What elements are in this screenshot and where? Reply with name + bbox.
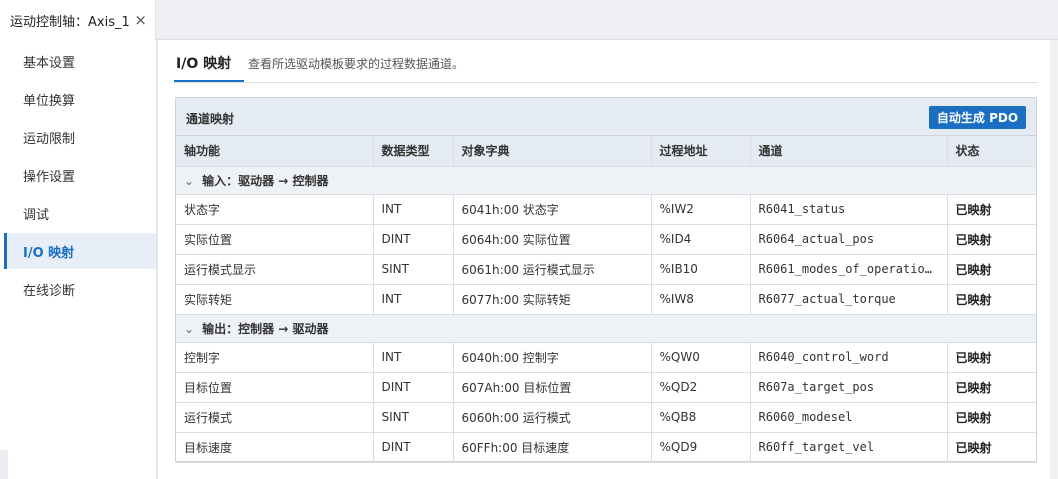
- sidebar-item-debug[interactable]: 调试: [4, 195, 156, 231]
- cell-status: 已映射: [947, 284, 1036, 315]
- sidebar-item-motion-limits[interactable]: 运动限制: [4, 119, 156, 155]
- table-header-row: 轴功能 数据类型 对象字典 过程地址 通道 状态: [176, 136, 1036, 167]
- cell-channel: R6040_control_word: [750, 342, 948, 373]
- chevron-down-icon[interactable]: ⌄: [184, 174, 194, 188]
- cell-data-type: SINT: [373, 254, 454, 285]
- cell-axis-function: 实际转矩: [176, 284, 374, 315]
- cell-object-dictionary: 6040h:00 控制字: [453, 342, 652, 373]
- sidebar-item-operation-settings[interactable]: 操作设置: [4, 157, 156, 193]
- cell-channel: R6061_modes_of_operation…: [750, 254, 948, 285]
- mapping-table: 轴功能 数据类型 对象字典 过程地址 通道 状态 ⌄ 输入：驱动器 → 控制器 状…: [176, 136, 1036, 463]
- cell-channel: R6077_actual_torque: [750, 284, 948, 315]
- cell-channel: R6041_status: [750, 194, 948, 225]
- sidebar-bottom-gap: [0, 450, 8, 479]
- cell-object-dictionary: 60FFh:00 目标速度: [453, 432, 652, 463]
- table-row[interactable]: 运行模式显示 SINT 6061h:00 运行模式显示 %IB10 R6061_…: [176, 254, 1036, 285]
- header-divider: [174, 82, 1038, 83]
- sidebar-item-basic-settings[interactable]: 基本设置: [4, 43, 156, 79]
- group-label: 输入：驱动器 → 控制器: [202, 173, 329, 188]
- cell-process-address: %QW0: [651, 342, 751, 373]
- cell-channel: R607a_target_pos: [750, 372, 948, 403]
- group-row-inputs[interactable]: ⌄ 输入：驱动器 → 控制器: [176, 166, 1036, 195]
- cell-status: 已映射: [947, 254, 1036, 285]
- column-header-status[interactable]: 状态: [947, 136, 1036, 167]
- page-description: 查看所选驱动模板要求的过程数据通道。: [248, 57, 465, 71]
- table-row[interactable]: 状态字 INT 6041h:00 状态字 %IW2 R6041_status 已…: [176, 194, 1036, 225]
- table-row[interactable]: 目标位置 DINT 607Ah:00 目标位置 %QD2 R607a_targe…: [176, 372, 1036, 403]
- cell-data-type: SINT: [373, 402, 454, 433]
- column-header-axis-function[interactable]: 轴功能: [176, 136, 374, 167]
- cell-object-dictionary: 6077h:00 实际转矩: [453, 284, 652, 315]
- cell-object-dictionary: 6041h:00 状态字: [453, 194, 652, 225]
- cell-data-type: INT: [373, 342, 454, 373]
- cell-process-address: %QB8: [651, 402, 751, 433]
- cell-status: 已映射: [947, 194, 1036, 225]
- cell-axis-function: 目标位置: [176, 372, 374, 403]
- table-row[interactable]: 运行模式 SINT 6060h:00 运行模式 %QB8 R6060_modes…: [176, 402, 1036, 433]
- table-row[interactable]: 实际转矩 INT 6077h:00 实际转矩 %IW8 R6077_actual…: [176, 284, 1036, 315]
- column-header-object-dictionary[interactable]: 对象字典: [453, 136, 652, 167]
- cell-axis-function: 运行模式显示: [176, 254, 374, 285]
- sidebar-item-online-diagnostics[interactable]: 在线诊断: [4, 271, 156, 307]
- table-row[interactable]: 目标速度 DINT 60FFh:00 目标速度 %QD9 R60ff_targe…: [176, 432, 1036, 463]
- cell-axis-function: 状态字: [176, 194, 374, 225]
- sidebar-item-unit-conversion[interactable]: 单位换算: [4, 81, 156, 117]
- cell-status: 已映射: [947, 342, 1036, 373]
- column-header-channel[interactable]: 通道: [750, 136, 948, 167]
- main-content: I/O 映射 查看所选驱动模板要求的过程数据通道。 通道映射 自动生成 PDO …: [158, 40, 1058, 479]
- cell-object-dictionary: 6064h:00 实际位置: [453, 224, 652, 255]
- cell-data-type: DINT: [373, 224, 454, 255]
- cell-process-address: %QD2: [651, 372, 751, 403]
- sidebar-item-io-mapping[interactable]: I/O 映射: [4, 233, 156, 269]
- cell-status: 已映射: [947, 224, 1036, 255]
- editor-tab-bar: 运动控制轴：Axis_1 ×: [0, 0, 1058, 40]
- cell-data-type: DINT: [373, 372, 454, 403]
- cell-object-dictionary: 607Ah:00 目标位置: [453, 372, 652, 403]
- cell-axis-function: 控制字: [176, 342, 374, 373]
- tab-axis-1[interactable]: 运动控制轴：Axis_1 ×: [0, 0, 156, 40]
- table-row[interactable]: 控制字 INT 6040h:00 控制字 %QW0 R6040_control_…: [176, 342, 1036, 373]
- tab-title: 运动控制轴：Axis_1: [10, 14, 130, 30]
- close-icon[interactable]: ×: [134, 12, 147, 28]
- cell-axis-function: 目标速度: [176, 432, 374, 463]
- panel-header: 通道映射 自动生成 PDO: [176, 98, 1036, 136]
- cell-status: 已映射: [947, 402, 1036, 433]
- cell-object-dictionary: 6060h:00 运行模式: [453, 402, 652, 433]
- cell-status: 已映射: [947, 372, 1036, 403]
- cell-process-address: %QD9: [651, 432, 751, 463]
- chevron-down-icon[interactable]: ⌄: [184, 322, 194, 336]
- cell-process-address: %IB10: [651, 254, 751, 285]
- cell-object-dictionary: 6061h:00 运行模式显示: [453, 254, 652, 285]
- column-header-process-address[interactable]: 过程地址: [651, 136, 751, 167]
- auto-generate-pdo-button[interactable]: 自动生成 PDO: [929, 106, 1026, 129]
- settings-sidebar: 基本设置 单位换算 运动限制 操作设置 调试 I/O 映射 在线诊断: [0, 40, 157, 479]
- cell-axis-function: 运行模式: [176, 402, 374, 433]
- cell-channel: R6060_modesel: [750, 402, 948, 433]
- vertical-scrollbar[interactable]: [1050, 40, 1058, 479]
- cell-process-address: %IW2: [651, 194, 751, 225]
- cell-channel: R60ff_target_vel: [750, 432, 948, 463]
- cell-axis-function: 实际位置: [176, 224, 374, 255]
- column-header-data-type[interactable]: 数据类型: [373, 136, 454, 167]
- cell-status: 已映射: [947, 432, 1036, 463]
- cell-data-type: INT: [373, 194, 454, 225]
- cell-data-type: INT: [373, 284, 454, 315]
- page-title: I/O 映射: [176, 56, 232, 72]
- panel-title: 通道映射: [186, 112, 235, 126]
- cell-data-type: DINT: [373, 432, 454, 463]
- channel-mapping-panel: 通道映射 自动生成 PDO 轴功能 数据类型 对象字典 过程地址 通道 状态 ⌄…: [175, 97, 1037, 463]
- group-label: 输出：控制器 → 驱动器: [202, 321, 329, 336]
- cell-channel: R6064_actual_pos: [750, 224, 948, 255]
- cell-process-address: %ID4: [651, 224, 751, 255]
- table-row[interactable]: 实际位置 DINT 6064h:00 实际位置 %ID4 R6064_actua…: [176, 224, 1036, 255]
- group-row-outputs[interactable]: ⌄ 输出：控制器 → 驱动器: [176, 314, 1036, 343]
- cell-process-address: %IW8: [651, 284, 751, 315]
